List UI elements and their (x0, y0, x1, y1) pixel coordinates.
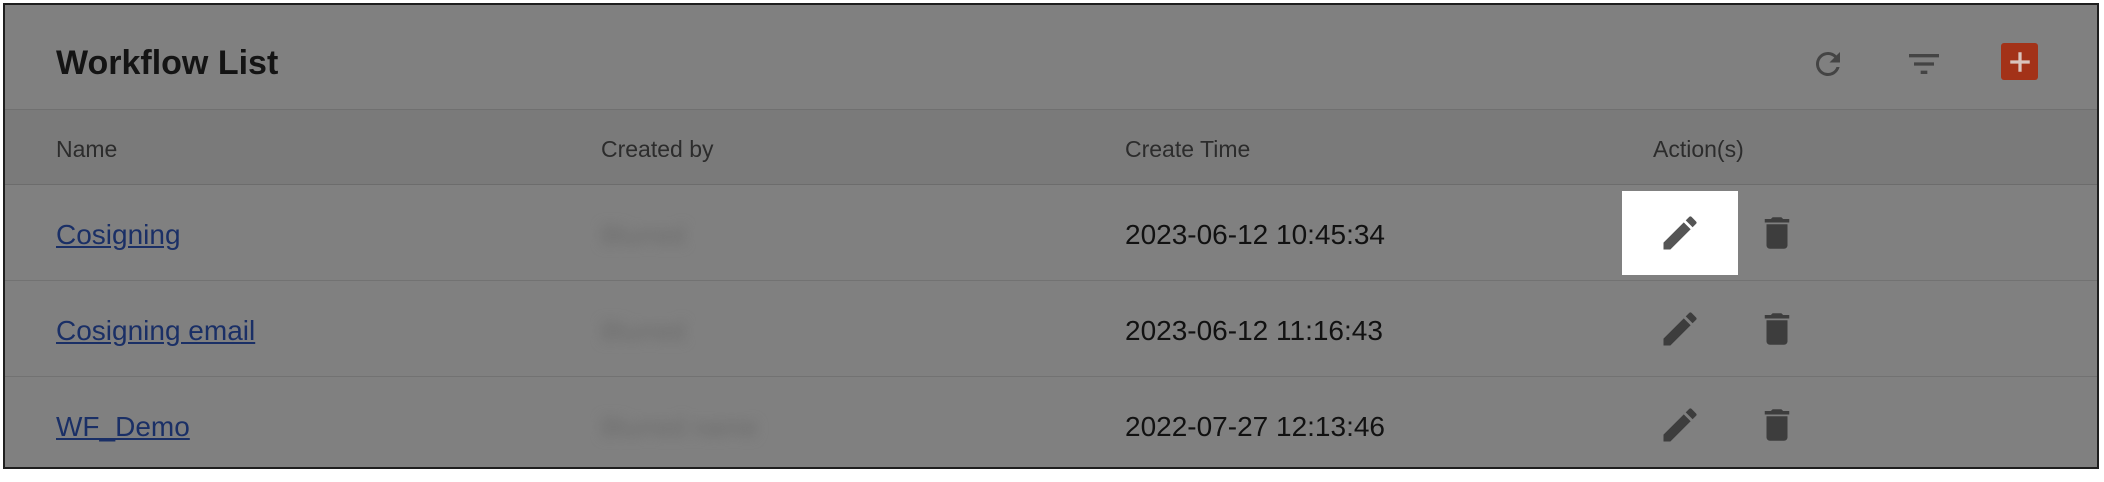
edit-button[interactable] (1622, 287, 1738, 371)
column-header-create-time: Create Time (1125, 136, 1251, 162)
creator-name-blurred: Blurred (601, 316, 685, 346)
table-row: Cosigning email Blurred 2023-06-12 11:16… (5, 281, 2097, 377)
delete-button[interactable] (1747, 191, 1807, 275)
edit-button[interactable] (1622, 383, 1738, 467)
created-by-cell: Blurred (601, 315, 685, 347)
workflow-table: Name Created by Create Time Action(s) Co… (5, 109, 2097, 467)
workflow-link[interactable]: WF_Demo (56, 411, 190, 442)
column-header-actions: Action(s) (1653, 136, 1744, 162)
workflow-list-panel: Workflow List Name Created by Create Tim… (3, 3, 2099, 469)
add-icon (2009, 51, 2030, 72)
table-row: Cosigning Blurred 2023-06-12 10:45:34 (5, 185, 2097, 281)
create-time-cell: 2023-06-12 11:16:43 (1125, 315, 1383, 346)
add-workflow-button[interactable] (2001, 43, 2038, 80)
name-cell: WF_Demo (56, 411, 190, 443)
table-row: WF_Demo Blurred name 2022-07-27 12:13:46 (5, 377, 2097, 467)
page-title: Workflow List (56, 44, 279, 82)
delete-button[interactable] (1747, 383, 1807, 467)
edit-icon (1663, 216, 1697, 250)
creator-name-blurred: Blurred (601, 220, 685, 250)
column-header-name: Name (56, 136, 118, 162)
delete-icon (1764, 313, 1790, 345)
table-header: Name Created by Create Time Action(s) (5, 109, 2097, 185)
column-header-created-by: Created by (601, 136, 714, 162)
edit-icon (1663, 408, 1697, 442)
created-by-cell: Blurred (601, 219, 685, 251)
name-cell: Cosigning email (56, 315, 255, 347)
refresh-icon (1815, 51, 1840, 76)
workflow-link[interactable]: Cosigning email (56, 315, 255, 346)
creator-name-blurred: Blurred name (601, 412, 758, 442)
edit-button[interactable] (1622, 191, 1738, 275)
filter-icon (1909, 54, 1939, 74)
filter-button[interactable] (1902, 42, 1946, 86)
name-cell: Cosigning (56, 219, 181, 251)
delete-icon (1764, 409, 1790, 441)
panel-header: Workflow List (5, 5, 2097, 109)
delete-button[interactable] (1747, 287, 1807, 371)
create-time-cell: 2022-07-27 12:13:46 (1125, 411, 1385, 442)
edit-icon (1663, 312, 1697, 346)
refresh-button[interactable] (1806, 42, 1850, 86)
created-by-cell: Blurred name (601, 411, 757, 443)
delete-icon (1764, 217, 1790, 249)
workflow-link[interactable]: Cosigning (56, 219, 181, 250)
create-time-cell: 2023-06-12 10:45:34 (1125, 219, 1385, 250)
